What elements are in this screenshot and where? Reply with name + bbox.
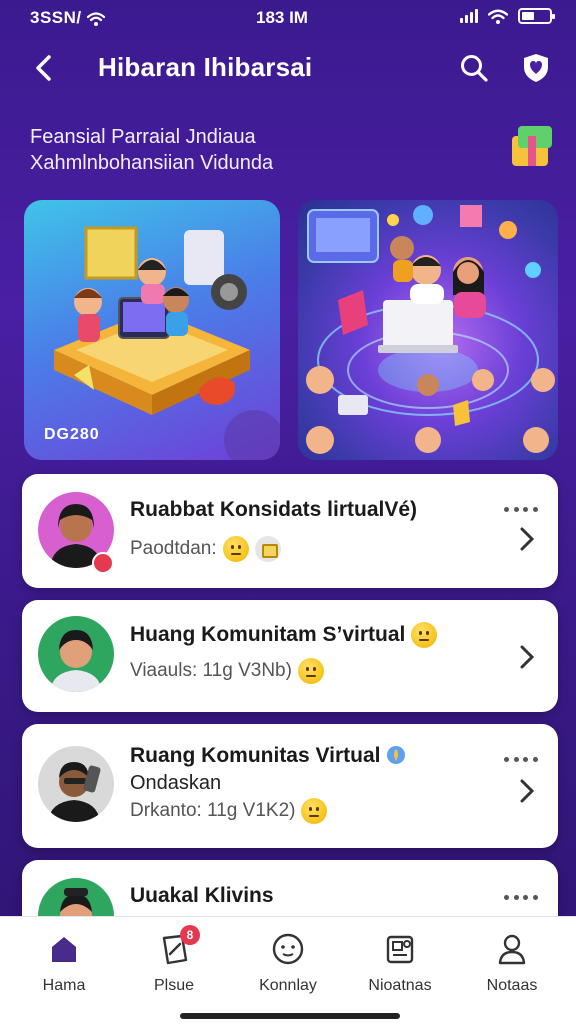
intro-line-1: Feansial Parraial Jndiaua	[30, 126, 256, 148]
battery-icon	[518, 8, 555, 24]
banner-code: DG280	[44, 426, 100, 443]
nav-item-konnlay[interactable]: Konnlay	[238, 931, 338, 995]
notification-badge	[92, 552, 114, 574]
nav-label: Plsue	[153, 977, 195, 994]
nav-label: Nioatnas	[368, 977, 432, 994]
card-title: Ruang Komunitas Virtual	[130, 744, 406, 768]
family-illustration	[54, 226, 280, 460]
home-icon	[52, 937, 76, 962]
banner-community-virtual[interactable]	[298, 200, 558, 460]
emoji-icon	[222, 536, 249, 562]
face-icon	[272, 933, 304, 965]
avatar	[38, 616, 114, 692]
intro-line-2: Xahmlnbohansiian Vidunda	[30, 152, 274, 174]
search-icon	[461, 55, 488, 82]
nav-item-notaas[interactable]: Notaas	[462, 931, 562, 995]
status-bar: 3SSN/ 183 IM	[0, 0, 576, 36]
nav-label: Hama	[42, 977, 86, 994]
avatar	[38, 746, 114, 822]
nav-label: Notaas	[486, 977, 538, 994]
card-title: Uuakal Klivins	[130, 884, 274, 907]
list-item[interactable]: Ruang Komunitas Virtual Ondaskan Drkanto…	[22, 724, 558, 848]
nav-badge: 8	[180, 925, 200, 945]
intro-text: Feansial Parraial Jndiaua Xahmlnbohansii…	[30, 124, 450, 176]
page-title: Hibaran Ihibarsai	[98, 52, 313, 82]
more-options-button[interactable]	[504, 890, 538, 904]
signal-icon	[460, 9, 478, 23]
more-options-button[interactable]	[504, 752, 538, 766]
emoji-icon	[301, 798, 328, 824]
card-title: Huang Komunitam S’virtual	[130, 622, 438, 648]
emoji-icon	[297, 658, 324, 684]
card-subtitle: Drkanto: 11g V1K2)	[130, 798, 328, 824]
open-button[interactable]	[514, 642, 540, 672]
chevron-right-icon	[520, 527, 535, 551]
news-icon	[386, 935, 414, 964]
home-indicator	[180, 1013, 400, 1019]
status-time: 183 IM	[256, 8, 308, 27]
back-button[interactable]	[26, 48, 62, 88]
chevron-right-icon	[520, 779, 535, 803]
shield-heart-icon	[524, 54, 548, 82]
nav-item-nioatnas[interactable]: Nioatnas	[350, 931, 450, 995]
person-portrait	[48, 762, 101, 822]
ticket-icon	[254, 536, 281, 562]
open-button[interactable]	[514, 524, 540, 554]
shield-button[interactable]	[516, 48, 556, 88]
wifi-icon	[488, 9, 508, 24]
card-subtitle: Paodtdan:	[130, 536, 281, 562]
person-portrait	[50, 630, 102, 692]
card-line2: Ondaskan	[130, 772, 222, 794]
community-illustration	[306, 205, 555, 454]
app-header: Hibaran Ihibarsai	[0, 44, 576, 92]
pin-icon	[387, 746, 406, 764]
list-item[interactable]: Huang Komunitam S’virtual Viaauls: 11g V…	[22, 600, 558, 712]
nav-item-plsue[interactable]: 8 Plsue	[124, 925, 224, 995]
status-indicators	[460, 8, 555, 24]
card-subtitle: Viaauls: 11g V3Nb)	[130, 658, 324, 684]
banner-family-virtual[interactable]: DG280	[24, 200, 280, 460]
chevron-right-icon	[520, 645, 535, 669]
gift-box-icon	[512, 126, 552, 166]
person-icon	[498, 934, 526, 965]
open-button[interactable]	[514, 776, 540, 806]
list-item[interactable]: Ruabbat Konsidats lirtualVé) Paodtdan:	[22, 474, 558, 588]
card-title: Ruabbat Konsidats lirtualVé)	[130, 498, 418, 521]
nav-item-home[interactable]: Hama	[14, 931, 114, 995]
emoji-icon	[411, 622, 438, 648]
search-button[interactable]	[454, 48, 494, 88]
more-options-button[interactable]	[504, 502, 538, 516]
status-carrier: 3SSN/	[30, 8, 105, 28]
nav-label: Konnlay	[259, 977, 317, 994]
wifi-icon	[86, 11, 105, 26]
bottom-navigation: Hama 8 Plsue Konnlay Nioatnas Notaas	[0, 916, 576, 1024]
chevron-left-icon	[36, 55, 51, 81]
